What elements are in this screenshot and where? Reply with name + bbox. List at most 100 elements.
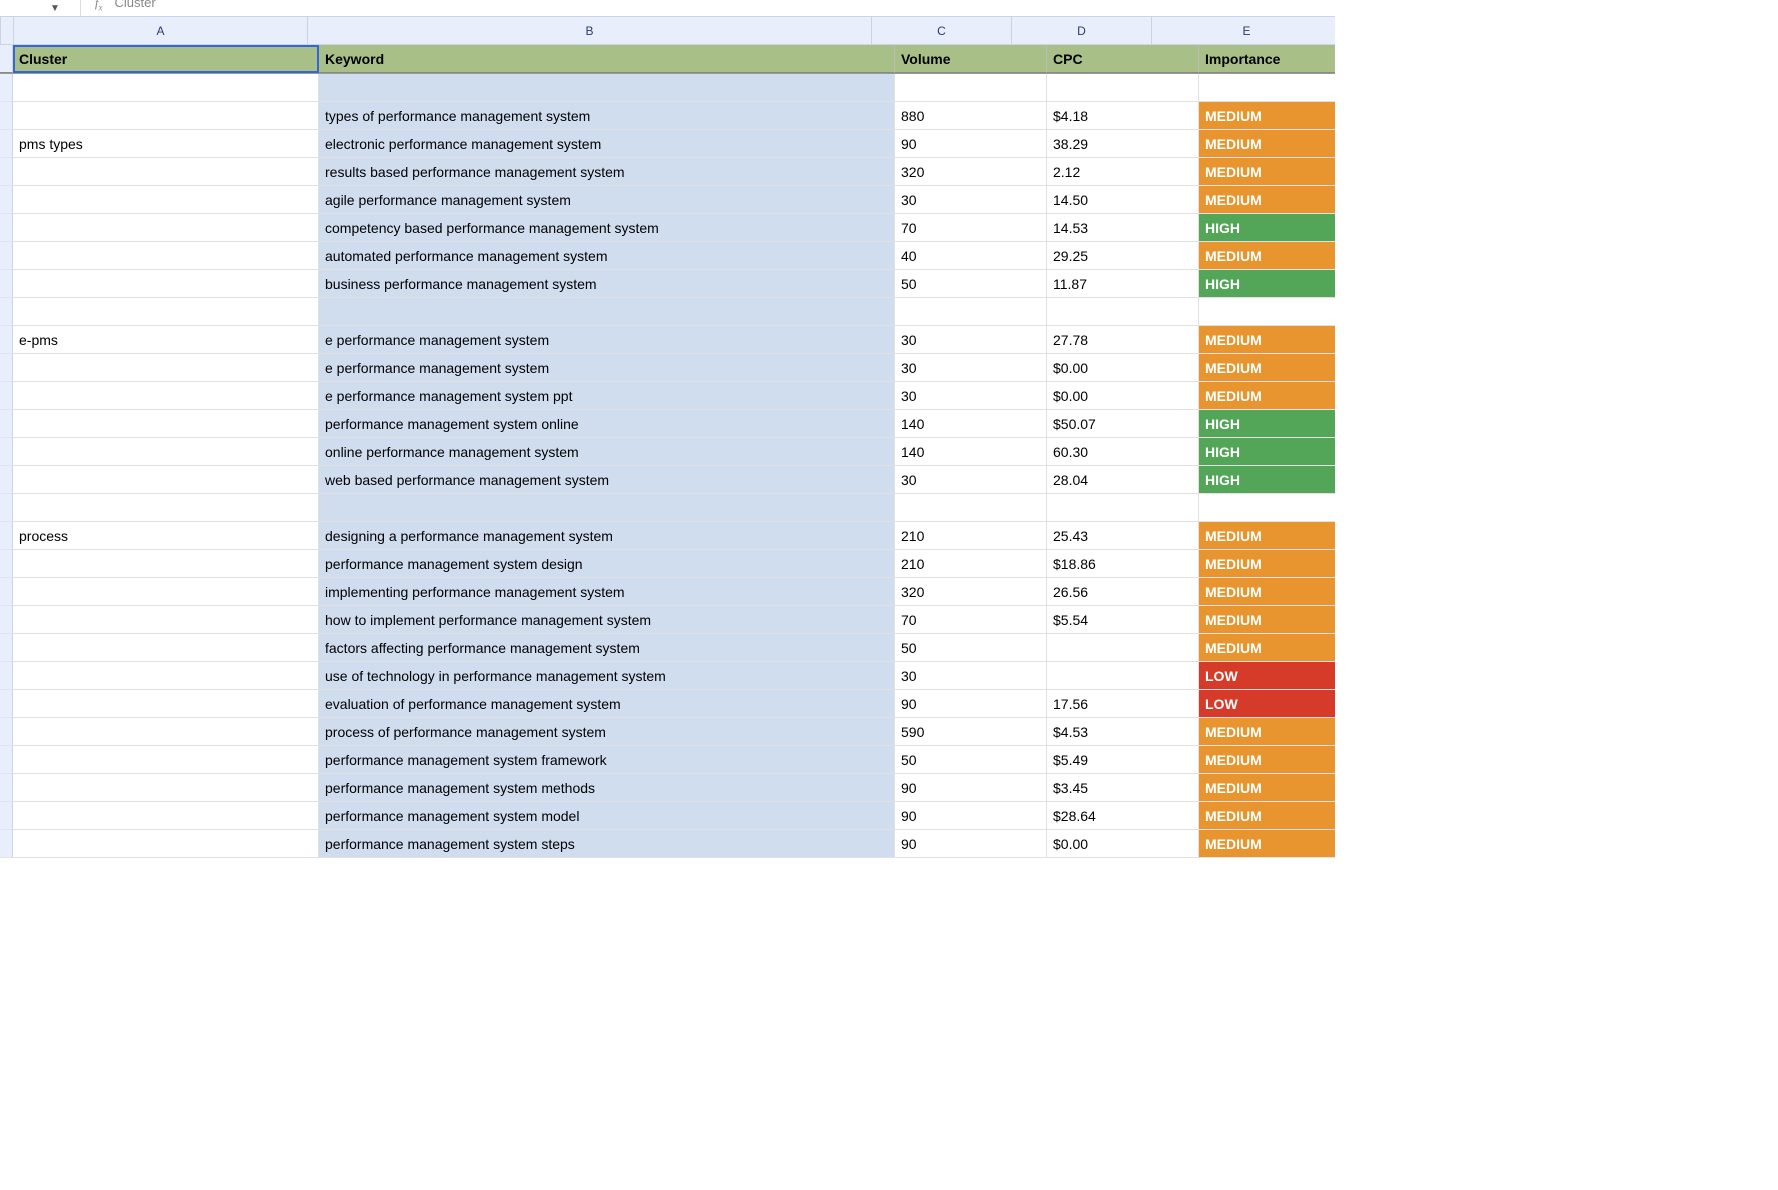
cell-D[interactable]: 14.50 [1047, 186, 1199, 214]
cell-C[interactable]: 30 [895, 662, 1047, 690]
row-header[interactable] [0, 718, 13, 746]
cell-A[interactable] [13, 74, 319, 102]
cell-A[interactable]: process [13, 522, 319, 550]
cell-A[interactable] [13, 298, 319, 326]
cell-A[interactable] [13, 550, 319, 578]
cell-B[interactable]: e performance management system [319, 326, 895, 354]
cell-A[interactable] [13, 242, 319, 270]
cell-D[interactable]: 11.87 [1047, 270, 1199, 298]
row-header[interactable] [0, 634, 13, 662]
cell-D[interactable]: 60.30 [1047, 438, 1199, 466]
cell-C[interactable]: 140 [895, 410, 1047, 438]
cell-C[interactable]: 70 [895, 606, 1047, 634]
cell-E[interactable]: MEDIUM [1199, 354, 1335, 382]
cell-E[interactable]: MEDIUM [1199, 326, 1335, 354]
cell-E[interactable]: MEDIUM [1199, 522, 1335, 550]
row-header[interactable] [0, 354, 13, 382]
row-header[interactable] [0, 438, 13, 466]
header-volume[interactable]: Volume [895, 45, 1047, 73]
cell-C[interactable]: 90 [895, 802, 1047, 830]
cell-B[interactable]: business performance management system [319, 270, 895, 298]
cell-B[interactable]: online performance management system [319, 438, 895, 466]
cell-A[interactable] [13, 214, 319, 242]
cell-E[interactable] [1199, 298, 1335, 326]
cell-B[interactable]: performance management system online [319, 410, 895, 438]
cell-D[interactable]: $50.07 [1047, 410, 1199, 438]
cell-C[interactable]: 590 [895, 718, 1047, 746]
header-importance[interactable]: Importance [1199, 45, 1335, 73]
cell-A[interactable] [13, 270, 319, 298]
cell-E[interactable]: MEDIUM [1199, 102, 1335, 130]
cell-C[interactable]: 30 [895, 186, 1047, 214]
cell-D[interactable] [1047, 634, 1199, 662]
row-header[interactable] [0, 746, 13, 774]
cell-B[interactable]: performance management system design [319, 550, 895, 578]
cell-A[interactable] [13, 354, 319, 382]
cell-D[interactable]: 17.56 [1047, 690, 1199, 718]
cell-C[interactable]: 30 [895, 354, 1047, 382]
cell-C[interactable]: 30 [895, 326, 1047, 354]
row-header[interactable] [0, 578, 13, 606]
cell-E[interactable]: MEDIUM [1199, 130, 1335, 158]
header-cpc[interactable]: CPC [1047, 45, 1199, 73]
cell-B[interactable]: designing a performance management syste… [319, 522, 895, 550]
cell-B[interactable]: use of technology in performance managem… [319, 662, 895, 690]
row-header[interactable] [0, 466, 13, 494]
cell-D[interactable]: $0.00 [1047, 382, 1199, 410]
cell-B[interactable]: how to implement performance management … [319, 606, 895, 634]
cell-D[interactable]: $5.49 [1047, 746, 1199, 774]
cell-D[interactable]: $0.00 [1047, 354, 1199, 382]
cell-C[interactable]: 90 [895, 774, 1047, 802]
cell-B[interactable]: evaluation of performance management sys… [319, 690, 895, 718]
row-header[interactable] [0, 522, 13, 550]
cell-E[interactable]: MEDIUM [1199, 578, 1335, 606]
cell-A[interactable] [13, 494, 319, 522]
cell-C[interactable]: 50 [895, 634, 1047, 662]
cell-E[interactable]: HIGH [1199, 438, 1335, 466]
row-header[interactable] [0, 774, 13, 802]
row-header[interactable] [0, 802, 13, 830]
row-header[interactable] [0, 214, 13, 242]
cell-B[interactable]: process of performance management system [319, 718, 895, 746]
cell-B[interactable]: types of performance management system [319, 102, 895, 130]
row-header[interactable] [0, 690, 13, 718]
cell-A[interactable] [13, 158, 319, 186]
cell-A[interactable]: e-pms [13, 326, 319, 354]
cell-C[interactable]: 30 [895, 382, 1047, 410]
cell-A[interactable] [13, 606, 319, 634]
col-header-B[interactable]: B [308, 17, 872, 45]
cell-E[interactable]: MEDIUM [1199, 242, 1335, 270]
cell-C[interactable]: 90 [895, 690, 1047, 718]
cell-E[interactable]: MEDIUM [1199, 382, 1335, 410]
cell-D[interactable]: $4.18 [1047, 102, 1199, 130]
col-header-C[interactable]: C [872, 17, 1012, 45]
cell-B[interactable] [319, 494, 895, 522]
row-header[interactable] [0, 550, 13, 578]
cell-B[interactable]: e performance management system ppt [319, 382, 895, 410]
cell-E[interactable] [1199, 494, 1335, 522]
cell-D[interactable]: 29.25 [1047, 242, 1199, 270]
fx-icon[interactable]: fx [95, 0, 103, 13]
cell-A[interactable] [13, 802, 319, 830]
cell-D[interactable]: 2.12 [1047, 158, 1199, 186]
cell-B[interactable] [319, 298, 895, 326]
cell-A[interactable] [13, 578, 319, 606]
row-header[interactable] [0, 45, 13, 73]
cell-B[interactable]: web based performance management system [319, 466, 895, 494]
row-header[interactable] [0, 186, 13, 214]
row-header[interactable] [0, 662, 13, 690]
cell-A[interactable] [13, 186, 319, 214]
cell-C[interactable]: 140 [895, 438, 1047, 466]
cell-E[interactable]: MEDIUM [1199, 606, 1335, 634]
cell-D[interactable]: $3.45 [1047, 774, 1199, 802]
cell-A[interactable] [13, 438, 319, 466]
header-cluster[interactable]: Cluster [13, 45, 319, 73]
cell-E[interactable]: MEDIUM [1199, 158, 1335, 186]
cell-B[interactable]: factors affecting performance management… [319, 634, 895, 662]
cell-D[interactable]: $4.53 [1047, 718, 1199, 746]
cell-D[interactable] [1047, 662, 1199, 690]
cell-D[interactable]: $0.00 [1047, 830, 1199, 858]
cell-E[interactable]: MEDIUM [1199, 802, 1335, 830]
cell-E[interactable]: MEDIUM [1199, 634, 1335, 662]
cell-A[interactable] [13, 774, 319, 802]
